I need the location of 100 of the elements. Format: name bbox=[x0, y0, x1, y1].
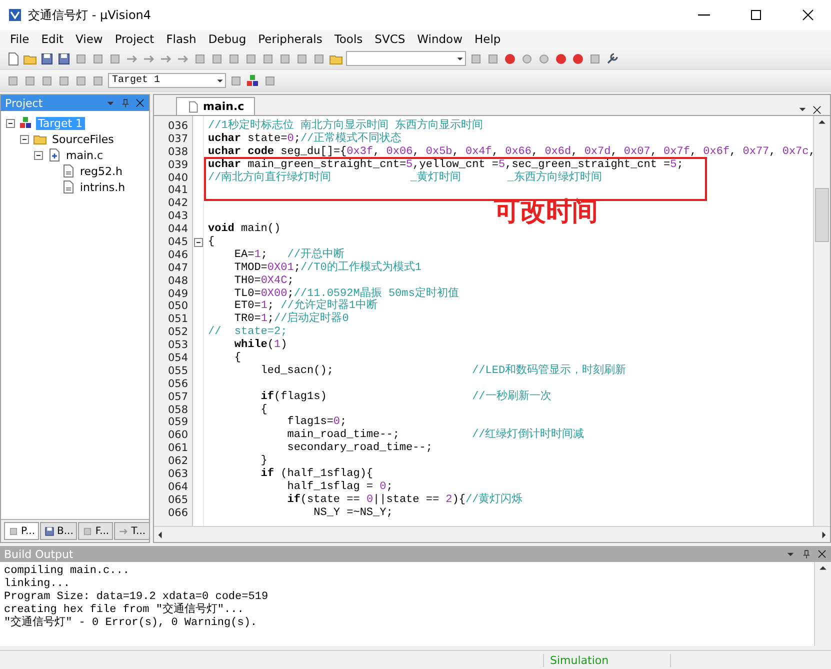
code-line: } bbox=[260, 455, 268, 468]
line-number: 055 bbox=[166, 364, 189, 378]
code-line: if(flag1s) //一秒刷新一次 bbox=[260, 390, 552, 404]
code-line: uchar main_green_straight_cnt=5,yellow_cnt =5,sec_green_straight_cnt =5; bbox=[208, 158, 684, 171]
save-all-icon[interactable] bbox=[57, 52, 71, 66]
status-mode: Simulation bbox=[543, 654, 671, 666]
menu-item[interactable]: Flash bbox=[160, 32, 202, 46]
code-line: // state=2; bbox=[208, 326, 288, 339]
line-number: 039 bbox=[166, 158, 189, 172]
scrollbar-thumb[interactable] bbox=[815, 188, 829, 242]
panel-tab[interactable]: F... bbox=[78, 522, 114, 540]
minimize-icon bbox=[698, 14, 710, 16]
tree-item[interactable]: intrins.h bbox=[78, 180, 128, 194]
breakpoint-icon[interactable] bbox=[537, 52, 551, 66]
pin-icon[interactable] bbox=[120, 98, 131, 108]
panel-title: Project bbox=[5, 96, 44, 110]
output-line: Program Size: data=19.2 xdata=0 code=519 bbox=[4, 591, 270, 603]
menu-item[interactable]: SVCS bbox=[368, 32, 412, 46]
code-line: uchar state=0;//正常模式不同状态 bbox=[208, 132, 403, 146]
menu-item[interactable]: Edit bbox=[35, 32, 70, 46]
code-line: half_1sflag = 0; bbox=[286, 480, 394, 494]
code-line: TL0=0X00;//11.0592M晶振 50ms定时初值 bbox=[233, 288, 460, 300]
line-number: 049 bbox=[166, 288, 189, 300]
find-combo-field[interactable] bbox=[346, 51, 466, 66]
line-number: 065 bbox=[166, 494, 189, 507]
code-line: main_road_time--; //红绿灯倒计时时间减 bbox=[286, 429, 586, 442]
line-number: 046 bbox=[166, 248, 189, 262]
vertical-scrollbar[interactable] bbox=[814, 562, 831, 646]
code-line: { bbox=[260, 404, 268, 416]
window-title: 交通信号灯 - µVision4 bbox=[28, 6, 152, 24]
code-line: TH0=0X4C; bbox=[233, 274, 294, 288]
line-number: 064 bbox=[166, 480, 189, 494]
line-number: 066 bbox=[166, 506, 189, 520]
line-number: 041 bbox=[166, 184, 189, 198]
line-number: 045 bbox=[166, 236, 189, 249]
line-number: 038 bbox=[166, 146, 189, 159]
line-number: 037 bbox=[166, 132, 189, 146]
code-line: void main() bbox=[208, 223, 282, 236]
panel-title: Build Output bbox=[4, 548, 74, 560]
close-icon[interactable] bbox=[817, 549, 827, 559]
settings-icon[interactable] bbox=[605, 52, 619, 66]
file-tab[interactable]: main.c bbox=[176, 97, 256, 115]
close-icon[interactable] bbox=[135, 98, 145, 108]
vertical-scrollbar[interactable] bbox=[813, 116, 830, 526]
code-line: led_sacn(); //LED和数码管显示，时刻刷新 bbox=[260, 364, 628, 378]
tree-item[interactable]: reg52.h bbox=[78, 164, 124, 178]
tree-item[interactable]: main.c bbox=[64, 148, 106, 162]
breakpoint-icon[interactable] bbox=[520, 52, 534, 66]
line-number: 052 bbox=[166, 326, 189, 340]
code-line: TMOD=0X01;//T0的工作模式为模式1 bbox=[233, 262, 422, 275]
menu-item[interactable]: View bbox=[70, 32, 109, 46]
source-file-icon bbox=[187, 100, 199, 112]
annotation-text: 可改时间 bbox=[494, 196, 598, 230]
output-line: compiling main.c... bbox=[4, 565, 130, 578]
output-line: creating hex file from "交通信号灯"... bbox=[4, 604, 245, 616]
collapse-icon[interactable] bbox=[19, 134, 30, 144]
menu-item[interactable]: Tools bbox=[328, 32, 369, 46]
header-file-icon bbox=[61, 180, 75, 194]
target-icon bbox=[19, 116, 33, 130]
menu-item[interactable]: File bbox=[4, 32, 36, 46]
code-line: ET0=1; //允许定时器1中断 bbox=[233, 300, 378, 312]
code-line: //1秒定时标志位 南北方向显示时间 东西方向显示时间 bbox=[208, 120, 484, 132]
menu-item[interactable]: Debug bbox=[202, 32, 252, 46]
menu-item[interactable]: Peripherals bbox=[252, 32, 328, 46]
source-file-icon bbox=[47, 148, 61, 162]
menu-item[interactable]: Project bbox=[108, 32, 160, 46]
panel-tab[interactable]: P... bbox=[4, 522, 40, 540]
code-line: if(state == 0||state == 2){//黄灯闪烁 bbox=[286, 494, 524, 507]
line-number: 058 bbox=[166, 404, 189, 416]
code-line: secondary_road_time--; bbox=[286, 442, 434, 456]
menu-item[interactable]: Help bbox=[468, 32, 507, 46]
save-icon[interactable] bbox=[40, 52, 54, 66]
target-select[interactable]: Target 1 bbox=[108, 73, 226, 88]
pin-icon[interactable] bbox=[801, 548, 812, 560]
components-icon[interactable] bbox=[246, 74, 260, 88]
line-number: 054 bbox=[166, 352, 189, 365]
code-line: if (half_1sflag){ bbox=[260, 468, 374, 481]
code-line: { bbox=[233, 352, 242, 365]
line-number: 053 bbox=[166, 339, 189, 352]
panel-tab[interactable]: B... bbox=[40, 522, 78, 540]
line-number: 059 bbox=[166, 416, 189, 430]
line-number: 047 bbox=[166, 262, 189, 275]
horizontal-scrollbar[interactable] bbox=[154, 526, 830, 542]
tree-item[interactable]: SourceFiles bbox=[50, 132, 116, 146]
line-number: 040 bbox=[166, 172, 189, 184]
code-line: NS_Y =~NS_Y; bbox=[312, 506, 394, 520]
output-line: linking... bbox=[4, 578, 72, 591]
collapse-icon[interactable] bbox=[5, 118, 16, 128]
line-number: 050 bbox=[166, 300, 189, 314]
menu-item[interactable]: Window bbox=[411, 32, 468, 46]
close-icon[interactable] bbox=[812, 105, 822, 115]
new-file-icon[interactable] bbox=[6, 52, 20, 66]
code-line: uchar code seg_du[]={0x3f, 0x06, 0x5b, 0x4f, 0x66, 0x6d, 0x7d, 0x07, 0x7f, 0x6f, 0x77, 0x7c, bbox=[208, 146, 813, 159]
panel-tab[interactable]: T... bbox=[114, 522, 150, 540]
collapse-icon[interactable] bbox=[33, 150, 44, 160]
line-number: 056 bbox=[166, 378, 189, 391]
close-icon bbox=[801, 8, 815, 22]
fold-icon[interactable] bbox=[192, 236, 204, 248]
app-logo-icon bbox=[8, 8, 22, 22]
line-number: 057 bbox=[166, 390, 189, 404]
